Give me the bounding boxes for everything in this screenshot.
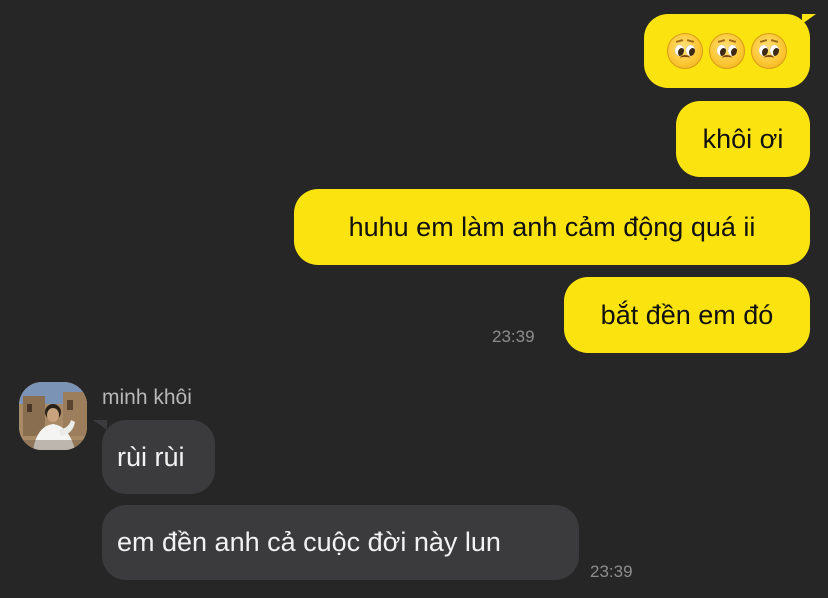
contact-name: minh khôi — [102, 386, 192, 409]
outgoing-message[interactable]: bắt đền em đó — [564, 277, 810, 353]
outgoing-bubble-tail — [802, 14, 816, 24]
message-text: em đền anh cả cuộc đời này lun — [117, 527, 501, 557]
message-text: khôi ơi — [702, 123, 784, 154]
incoming-message[interactable]: rùi rùi — [102, 420, 215, 494]
message-text: bắt đền em đó — [600, 299, 774, 330]
message-text: rùi rùi — [117, 441, 185, 472]
incoming-timestamp: 23:39 — [590, 562, 633, 581]
contact-avatar-photo — [19, 382, 87, 450]
message-text: huhu em làm anh cảm động quá ii — [348, 211, 756, 242]
pleading-face-icon — [709, 33, 745, 69]
outgoing-message-emoji[interactable] — [644, 14, 810, 88]
pleading-face-icon — [751, 33, 787, 69]
incoming-bubble-tail — [93, 420, 107, 430]
incoming-message[interactable]: em đền anh cả cuộc đời này lun — [102, 505, 579, 580]
pleading-face-icon — [667, 33, 703, 69]
outgoing-message[interactable]: khôi ơi — [676, 101, 810, 177]
emoji-row — [667, 33, 787, 69]
outgoing-message[interactable]: huhu em làm anh cảm động quá ii — [294, 189, 810, 265]
outgoing-timestamp: 23:39 — [492, 327, 535, 346]
contact-avatar[interactable] — [19, 382, 87, 450]
